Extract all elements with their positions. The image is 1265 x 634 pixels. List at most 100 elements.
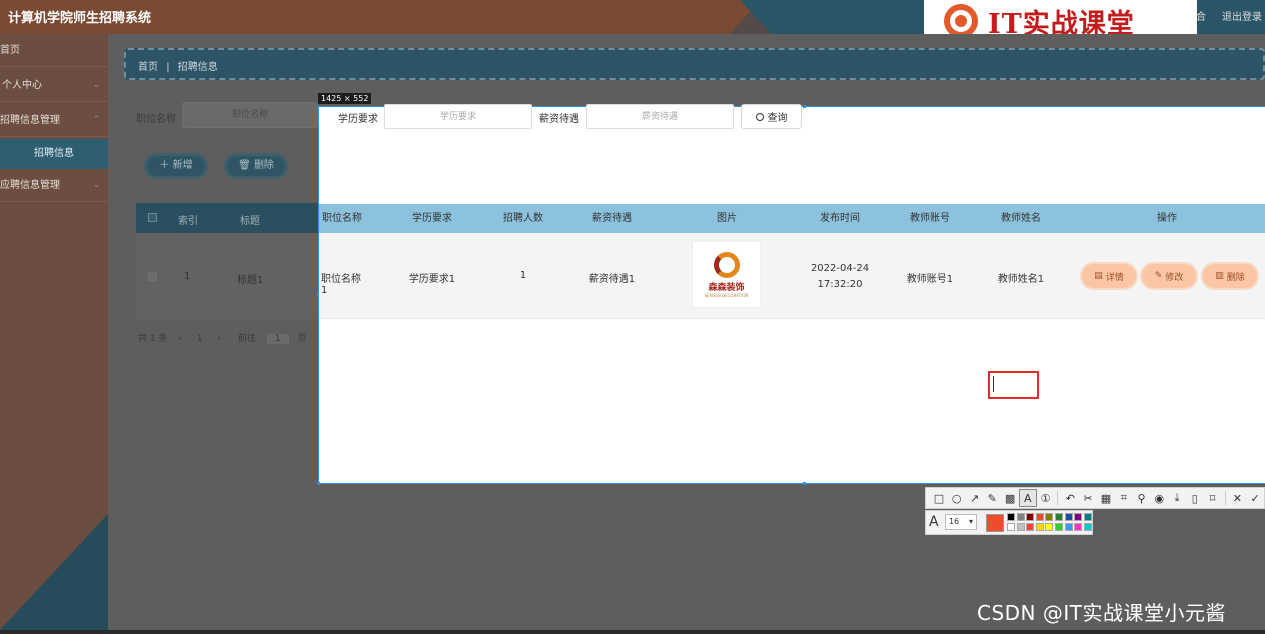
- color-swatch[interactable]: [1083, 513, 1092, 521]
- salary-input[interactable]: 薪资待遇: [586, 104, 734, 129]
- font-size-value: 16: [949, 517, 960, 526]
- bottom-edge: [0, 630, 1265, 634]
- sidebar-item-label: 应聘信息管理: [0, 180, 60, 191]
- bg-table-header: 索引 标题: [136, 203, 318, 233]
- batch-delete-button[interactable]: 🗑 删除: [227, 156, 285, 176]
- row-image[interactable]: 森森装饰 SENSEN DECORATION: [692, 241, 761, 308]
- save-icon[interactable]: ⤓: [1168, 489, 1186, 507]
- ocr-icon[interactable]: ▦: [1097, 489, 1115, 507]
- breadcrumb-bar: [124, 48, 1265, 80]
- rectangle-icon[interactable]: □: [930, 489, 948, 507]
- sidebar-subitem-recruit-info[interactable]: 招聘信息: [0, 139, 108, 169]
- delete-button-label: 删除: [253, 160, 274, 171]
- pager-goto-input[interactable]: 1: [266, 334, 289, 344]
- color-swatch[interactable]: [1045, 523, 1054, 531]
- pencil-icon[interactable]: ✎: [983, 489, 1001, 507]
- bg-table-row: 1 标题1: [136, 233, 318, 319]
- logout-link[interactable]: 退出登录: [1222, 8, 1262, 23]
- edit-button[interactable]: ✎ 修改: [1142, 264, 1196, 288]
- add-button[interactable]: ＋ 新增: [147, 156, 205, 176]
- color-swatch[interactable]: [1055, 523, 1063, 531]
- sidebar-item-profile[interactable]: 个人中心 ⌄: [0, 69, 108, 102]
- color-swatch[interactable]: [1035, 523, 1044, 531]
- cell-education: 学历要求1: [408, 274, 456, 285]
- pencil-icon: ✎: [1154, 271, 1163, 281]
- text-annotation-box[interactable]: [988, 371, 1039, 399]
- screenshot-toolbar: □ ○ ↗ ✎ ▩ A ① ↶ ✂ ▦ ⌗ ⚲ ◉ ⤓ ▯ ⌑ ✕ ✓: [925, 487, 1265, 509]
- text-icon[interactable]: A: [1018, 489, 1037, 507]
- edit-button-label: 修改: [1165, 272, 1184, 283]
- scan-icon[interactable]: ⌗: [1115, 489, 1133, 507]
- color-swatch[interactable]: [1016, 513, 1025, 521]
- query-button[interactable]: 查询: [741, 104, 802, 129]
- sidebar-item-recruit-manage[interactable]: 招聘信息管理 ⌃: [0, 104, 108, 137]
- record-icon[interactable]: ◉: [1150, 489, 1168, 507]
- pager-page-suffix: 页: [297, 334, 307, 344]
- resize-handle[interactable]: [317, 482, 320, 485]
- sidebar-decoration: [0, 514, 108, 630]
- education-label: 学历要求: [338, 114, 378, 125]
- sidebar-item-home[interactable]: 首页: [0, 34, 108, 67]
- font-size-select[interactable]: 16 ▾: [945, 514, 977, 530]
- chevron-down-icon: ⌄: [92, 80, 100, 90]
- font-icon: A: [929, 514, 939, 530]
- arrow-icon[interactable]: ↗: [966, 489, 984, 507]
- resize-handle[interactable]: [803, 482, 806, 485]
- color-swatch[interactable]: [1007, 513, 1015, 521]
- color-swatch[interactable]: [1064, 513, 1073, 521]
- query-button-label: 查询: [767, 113, 788, 124]
- color-swatch[interactable]: [1035, 513, 1044, 521]
- color-swatch[interactable]: [1074, 523, 1083, 531]
- th-education: 学历要求: [412, 213, 452, 224]
- chevron-down-icon: ▾: [968, 517, 973, 526]
- bookmark-icon[interactable]: ⌑: [1204, 489, 1222, 507]
- next-page-icon[interactable]: ›: [217, 334, 221, 344]
- delete-button-label: 删除: [1226, 272, 1245, 283]
- resize-handle[interactable]: [803, 105, 806, 108]
- color-swatch[interactable]: [1007, 523, 1015, 531]
- color-swatch[interactable]: [1055, 513, 1063, 521]
- crop-icon[interactable]: ✂: [1079, 489, 1097, 507]
- detail-button[interactable]: ▤ 详情: [1082, 264, 1136, 288]
- sidebar-item-apply-manage[interactable]: 应聘信息管理 ⌄: [0, 169, 108, 202]
- color-swatch[interactable]: [1064, 523, 1073, 531]
- pin-icon[interactable]: ⚲: [1133, 489, 1151, 507]
- company-logo-icon: [713, 251, 740, 278]
- color-swatch[interactable]: [1045, 513, 1054, 521]
- th-teacher-name: 教师姓名: [1001, 213, 1041, 224]
- confirm-icon[interactable]: ✓: [1246, 489, 1264, 507]
- close-icon[interactable]: ✕: [1228, 489, 1246, 507]
- color-swatch[interactable]: [1074, 513, 1083, 521]
- education-input[interactable]: 学历要求: [384, 104, 532, 129]
- bg-header-index: 索引: [178, 216, 198, 227]
- prev-page-icon[interactable]: ‹: [178, 334, 182, 344]
- phone-icon[interactable]: ▯: [1186, 489, 1204, 507]
- capture-size-tag: 1425 × 552: [318, 93, 372, 104]
- delete-button[interactable]: ▥ 删除: [1203, 264, 1257, 288]
- text-cursor: [993, 376, 994, 392]
- image-company-name: 森森装饰: [708, 282, 745, 293]
- breadcrumb: 首页 | 招聘信息: [138, 58, 218, 73]
- top-right-link[interactable]: 合: [1196, 8, 1206, 23]
- color-swatch[interactable]: [1083, 523, 1092, 531]
- toolbar-divider: [1057, 491, 1059, 505]
- number-icon[interactable]: ①: [1037, 489, 1055, 507]
- pager-total: 共 1 条: [138, 334, 168, 344]
- mosaic-icon[interactable]: ▩: [1001, 489, 1019, 507]
- cell-teacher-name: 教师姓名1: [997, 274, 1045, 285]
- current-color-swatch[interactable]: [986, 514, 1004, 532]
- undo-icon[interactable]: ↶: [1061, 489, 1079, 507]
- select-all-checkbox[interactable]: [148, 213, 157, 222]
- pagination: 共 1 条 ‹ 1 › 前往 1 页: [138, 331, 307, 344]
- color-swatch[interactable]: [1026, 513, 1035, 521]
- chevron-up-icon: ⌃: [92, 115, 100, 125]
- breadcrumb-home[interactable]: 首页: [138, 62, 158, 73]
- bg-search-input[interactable]: 职位名称: [182, 102, 318, 128]
- pager-page[interactable]: 1: [197, 334, 203, 344]
- color-swatch[interactable]: [1016, 523, 1025, 531]
- bg-row-index: 1: [184, 271, 191, 282]
- color-swatch[interactable]: [1026, 523, 1035, 531]
- ellipse-icon[interactable]: ○: [948, 489, 966, 507]
- bg-header-title: 标题: [240, 216, 260, 227]
- row-checkbox[interactable]: [148, 272, 157, 281]
